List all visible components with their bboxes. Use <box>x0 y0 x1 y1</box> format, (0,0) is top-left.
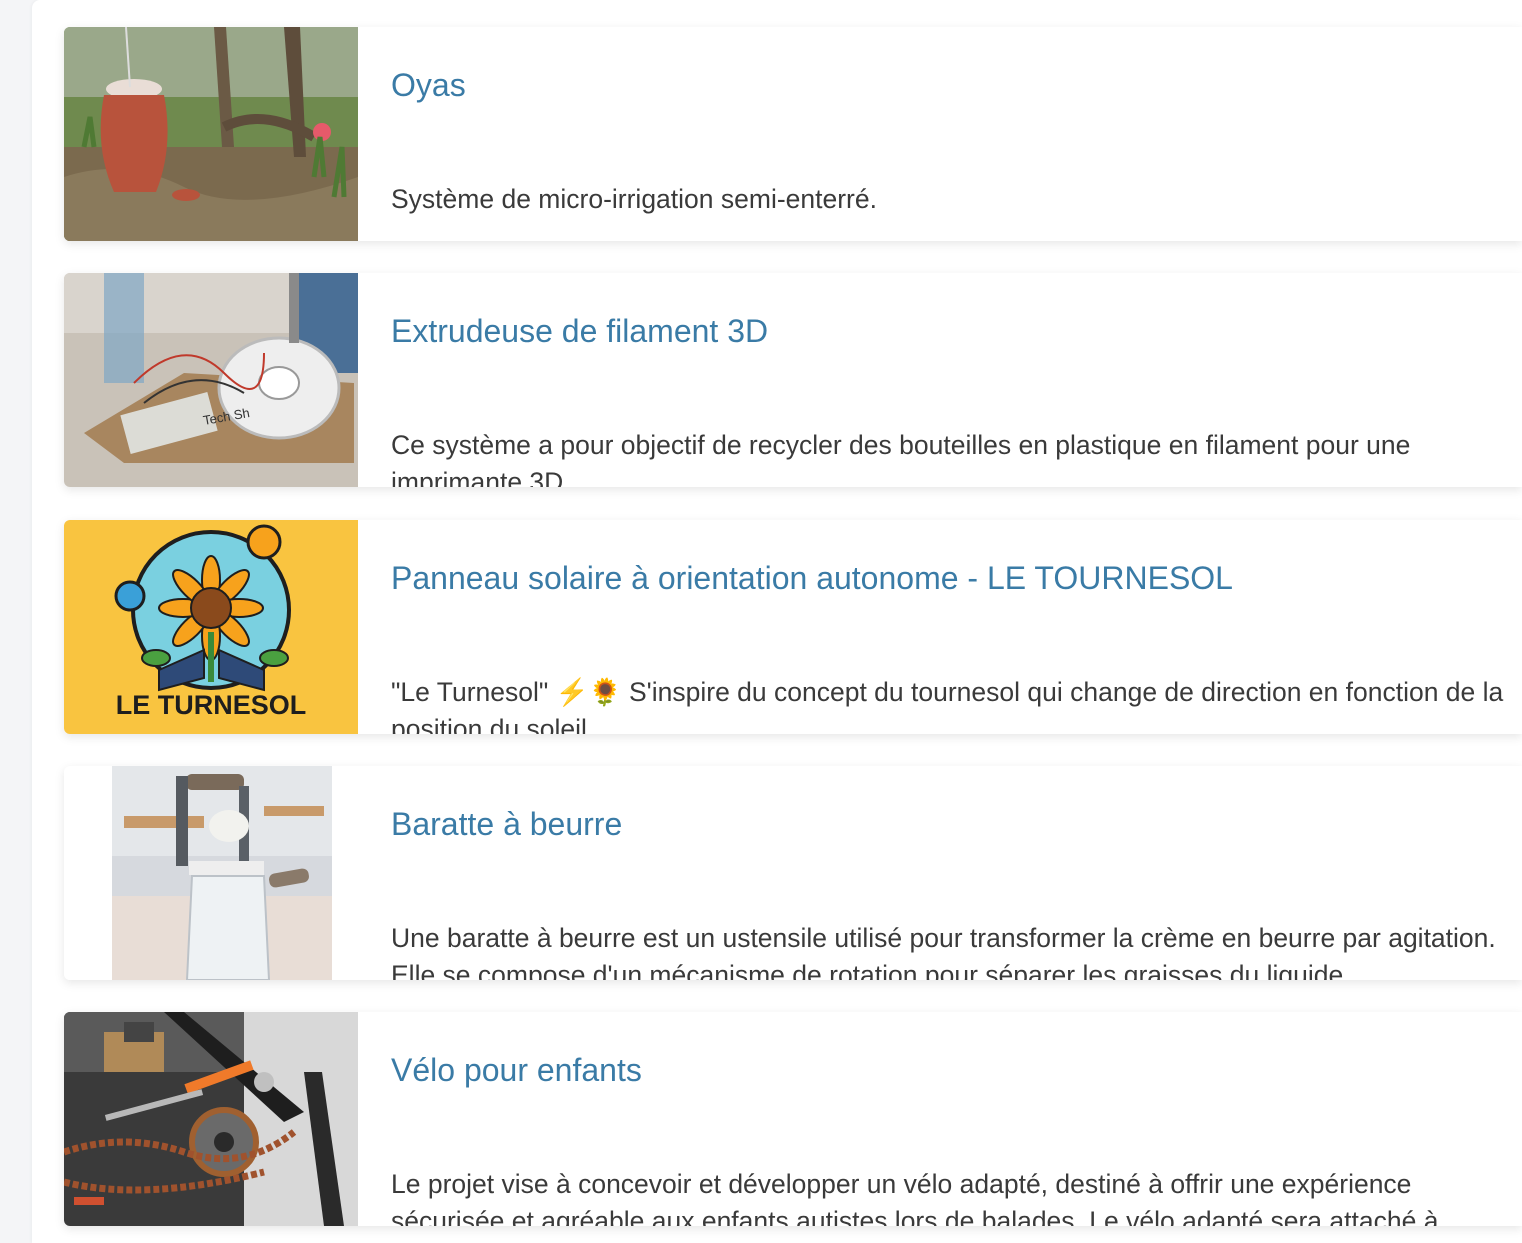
project-description: "Le Turnesol" ⚡🌻 S'inspire du concept du… <box>391 677 1504 734</box>
project-thumbnail[interactable]: LE TURNESOL <box>64 520 358 734</box>
bike-repair-photo <box>64 1012 358 1226</box>
project-card-baratte[interactable]: Baratte à beurre Une baratte à beurre es… <box>64 766 1522 980</box>
project-card-velo[interactable]: Vélo pour enfants Le projet vise à conce… <box>64 1012 1522 1226</box>
extruder-photo: Tech Sh <box>64 273 358 487</box>
oyas-photo <box>64 27 358 241</box>
project-card-oyas[interactable]: Oyas Système de micro-irrigation semi-en… <box>64 27 1522 241</box>
project-title[interactable]: Panneau solaire à orientation autonome -… <box>391 558 1233 598</box>
project-description: Ce système a pour objectif de recycler d… <box>391 430 1411 487</box>
project-description: Le projet vise à concevoir et développer… <box>391 1169 1439 1226</box>
project-thumbnail[interactable] <box>64 766 358 980</box>
project-title[interactable]: Oyas <box>391 65 466 105</box>
project-title[interactable]: Baratte à beurre <box>391 804 622 844</box>
le-turnesol-logo: LE TURNESOL <box>64 520 358 734</box>
project-thumbnail[interactable]: Tech Sh <box>64 273 358 487</box>
project-title[interactable]: Extrudeuse de filament 3D <box>391 311 768 351</box>
project-card-tournesol[interactable]: LE TURNESOL Panneau solaire à orientatio… <box>64 520 1522 734</box>
project-thumbnail[interactable] <box>64 27 358 241</box>
project-description: Une baratte à beurre est un ustensile ut… <box>391 923 1496 980</box>
project-card-extrudeuse[interactable]: Tech Sh Extrudeuse de filament 3D Ce sys… <box>64 273 1522 487</box>
page: Oyas Système de micro-irrigation semi-en… <box>0 0 1522 1243</box>
project-description: Système de micro-irrigation semi-enterré… <box>391 184 877 214</box>
project-thumbnail[interactable] <box>64 1012 358 1226</box>
butter-churn-photo <box>64 766 358 980</box>
project-title[interactable]: Vélo pour enfants <box>391 1050 642 1090</box>
logo-text: LE TURNESOL <box>116 690 307 720</box>
